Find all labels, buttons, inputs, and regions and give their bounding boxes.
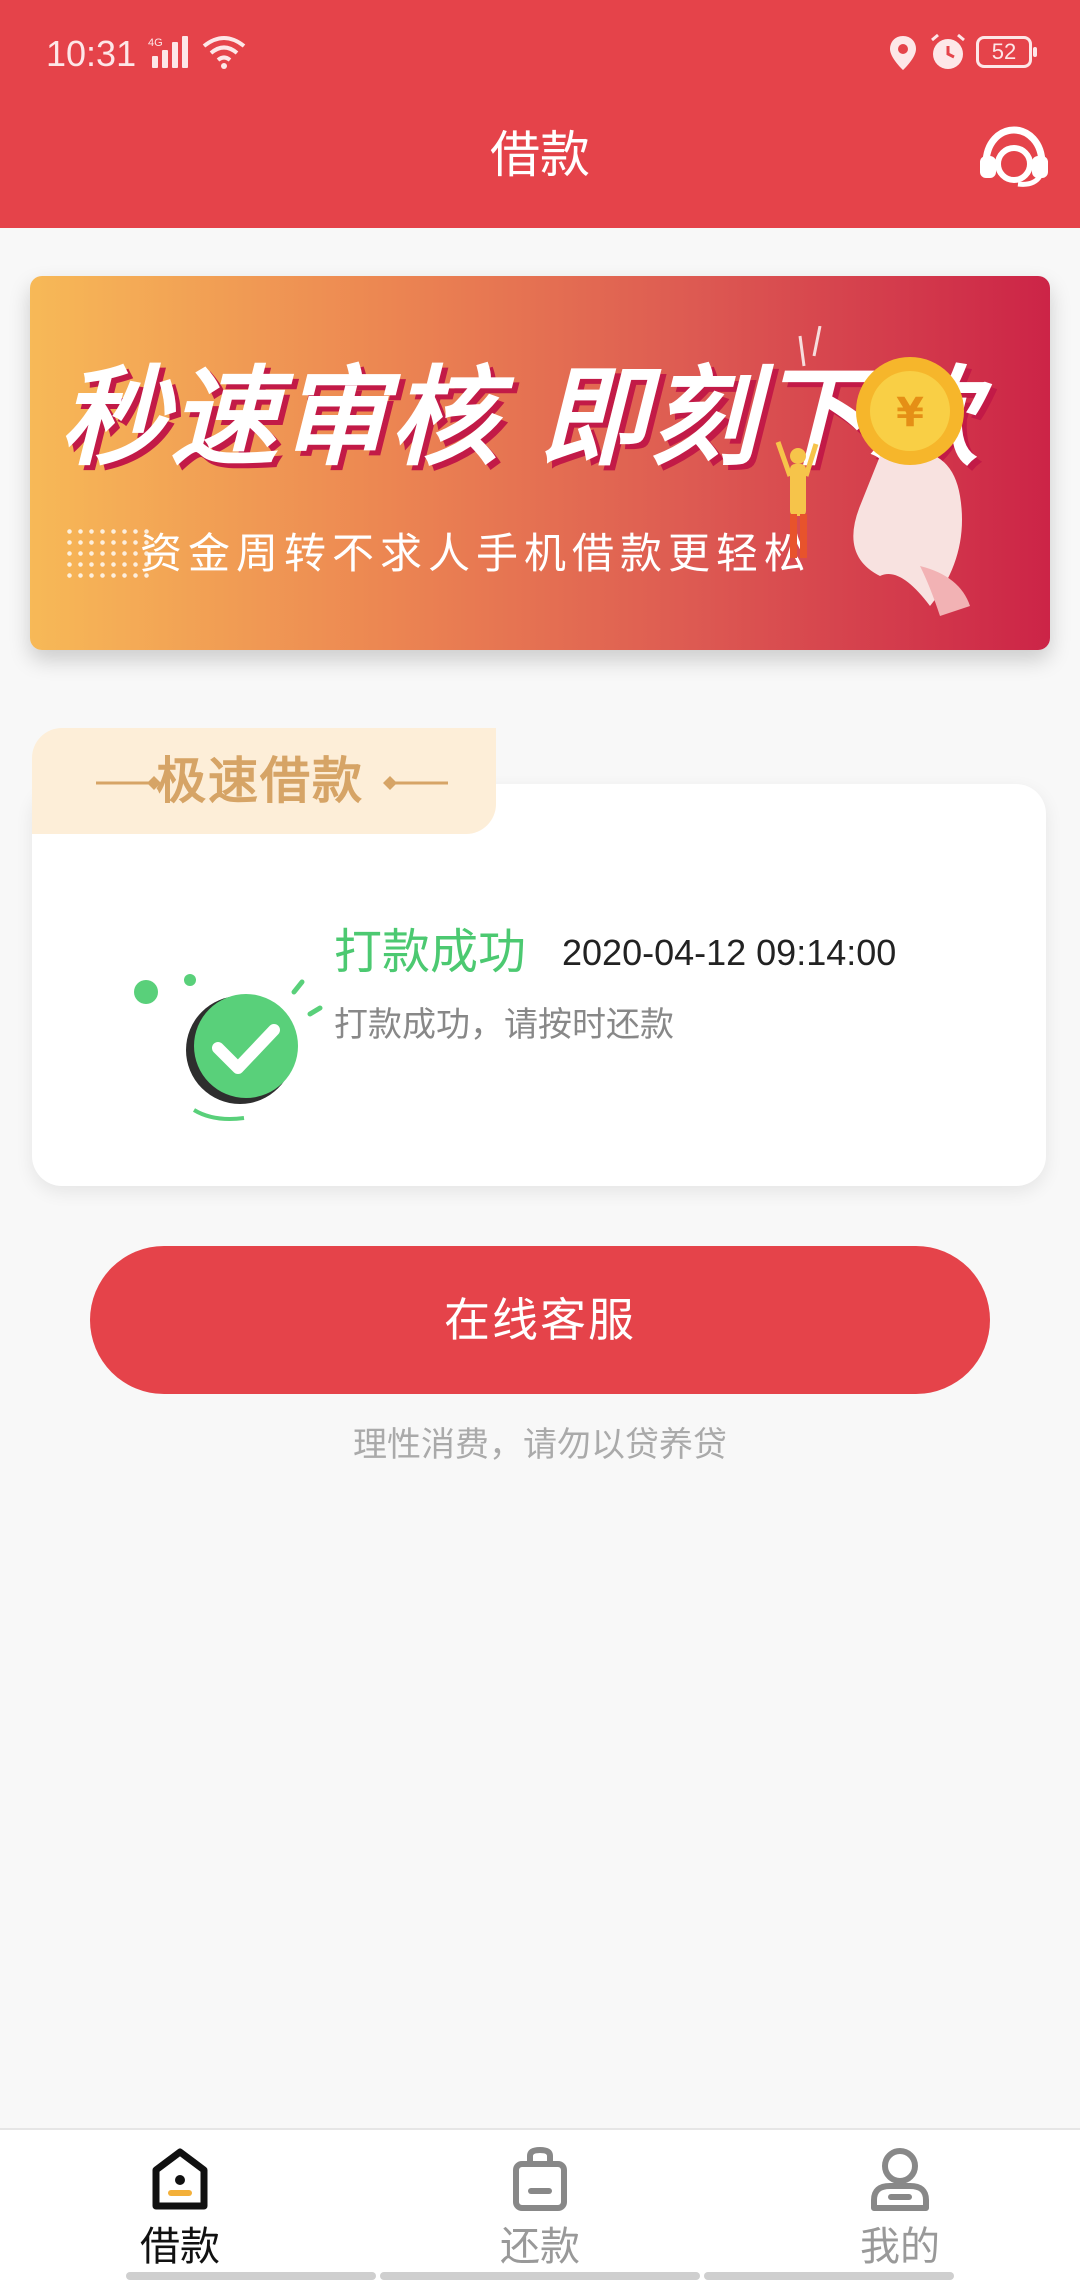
svg-text:4G: 4G: [148, 37, 163, 49]
tab-arrow-decoration-right: [383, 776, 448, 790]
signal-icon: 4G: [148, 36, 188, 68]
nav-indicator-1: [126, 2272, 376, 2280]
card-tab: 极速借款: [32, 728, 496, 834]
status-time: 10:31: [46, 33, 137, 74]
home-tag-icon: [152, 2148, 208, 2210]
responsible-borrowing-hint: 理性消费，请勿以贷养贷: [353, 1425, 727, 1465]
card-tab-title: 极速借款: [156, 752, 364, 810]
nav-indicator-2: [380, 2272, 700, 2280]
payout-status-title: 打款成功: [334, 924, 527, 980]
nav-label-borrow: 借款: [140, 2224, 220, 2270]
headset-icon[interactable]: [978, 124, 1050, 188]
nav-indicator-3: [704, 2272, 954, 2280]
promo-banner[interactable]: 秒速审核 即刻下款 资金周转不求人手机借款更轻松 ¥: [30, 276, 1050, 650]
card-body: 打款成功 2020-04-12 09:14:00 打款成功，请按时还款: [32, 784, 1046, 1186]
payout-timestamp: 2020-04-12 09:14:00: [562, 932, 897, 973]
coin-receipt-illustration: ¥: [775, 326, 970, 616]
battery-indicator: 52: [976, 36, 1037, 68]
payout-status-description: 打款成功，请按时还款: [334, 1005, 674, 1045]
nav-item-mine[interactable]: 我的: [720, 2130, 1080, 2280]
user-icon: [871, 2148, 929, 2211]
svg-text:¥: ¥: [896, 390, 924, 436]
app-header: 10:31 4G 52 借款: [0, 0, 1080, 228]
nav-item-repay[interactable]: 还款: [360, 2130, 720, 2280]
wifi-icon: [202, 36, 246, 69]
bottom-nav: 借款 还款 我的: [0, 2128, 1080, 2280]
tab-arrow-decoration-left: [96, 776, 161, 790]
status-bar: 10:31 4G 52: [0, 0, 1080, 110]
online-service-button[interactable]: 在线客服: [90, 1246, 990, 1394]
loan-status-card: 打款成功 2020-04-12 09:14:00 打款成功，请按时还款 极速借款: [32, 728, 1046, 1186]
alarm-icon: [931, 33, 965, 69]
nav-item-borrow[interactable]: 借款: [0, 2130, 360, 2280]
banner-subline: 资金周转不求人手机借款更轻松: [140, 529, 813, 578]
success-check-icon: [134, 974, 323, 1121]
nav-label-mine: 我的: [860, 2224, 940, 2270]
nav-label-repay: 还款: [500, 2224, 580, 2270]
page-title: 借款: [490, 126, 590, 184]
bag-icon: [513, 2146, 567, 2211]
location-icon: [890, 36, 916, 70]
